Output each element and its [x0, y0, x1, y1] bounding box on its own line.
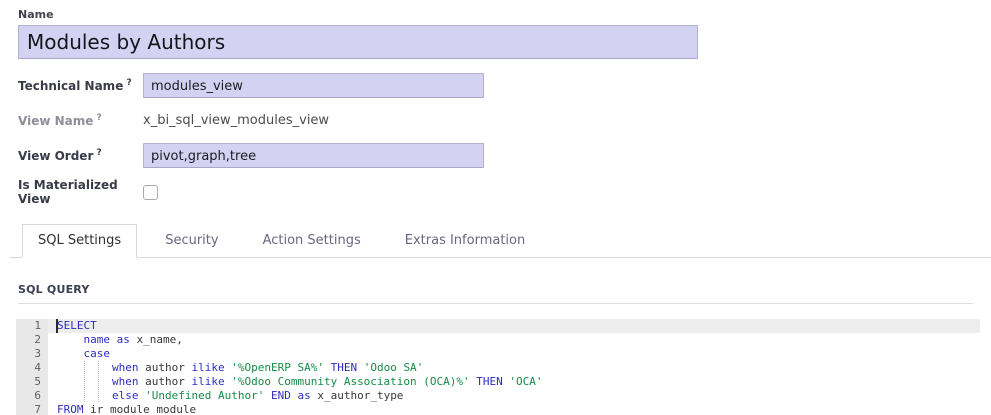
token-kw: name	[84, 333, 111, 346]
line-number: 4	[16, 361, 48, 375]
token-plain	[57, 375, 84, 388]
line-content: else 'Undefined Author' END as x_author_…	[48, 389, 980, 403]
line-number: 6	[16, 389, 48, 403]
token-str: 'OCA'	[509, 375, 542, 388]
token-kw: SELECT	[57, 319, 97, 332]
token-guide	[98, 361, 112, 374]
code-line-1[interactable]: 1 SELECT	[16, 319, 980, 333]
line-number: 3	[16, 347, 48, 361]
notebook-tabs: SQL Settings Security Action Settings Extra…	[10, 224, 991, 258]
line-number: 7	[16, 403, 48, 415]
token-kw: as	[117, 333, 130, 346]
token-plain	[110, 333, 117, 346]
tab-action-settings[interactable]: Action Settings	[247, 224, 377, 258]
view-name-help-icon[interactable]: ?	[93, 113, 101, 123]
line-content: name as x_name,	[48, 333, 980, 347]
tab-security[interactable]: Security	[149, 224, 234, 258]
token-plain	[264, 389, 271, 402]
view-order-label: View Order ?	[18, 148, 143, 163]
line-content: case	[48, 347, 980, 361]
token-guide	[98, 389, 112, 402]
field-row-is-materialized-view: Is Materialized View	[18, 178, 973, 206]
name-input[interactable]	[18, 25, 698, 59]
token-plain	[57, 389, 84, 402]
token-plain: x_author_type	[311, 389, 404, 402]
token-plain: author	[139, 375, 192, 388]
token-guide	[84, 361, 98, 374]
token-kw: when	[112, 361, 139, 374]
tab-sql-settings[interactable]: SQL Settings	[22, 224, 137, 258]
line-number: 2	[16, 333, 48, 347]
sql-query-section-header: SQL QUERY	[18, 283, 973, 304]
token-kw: THEN	[331, 361, 358, 374]
token-str: 'Odoo SA'	[364, 361, 424, 374]
code-line-3[interactable]: 3 case	[16, 347, 980, 361]
token-kw: ilike	[191, 375, 224, 388]
sql-code-editor[interactable]: 1SELECT2 name as x_name,3 case4 when aut…	[16, 319, 980, 415]
token-kw: case	[84, 347, 111, 360]
view-order-help-icon[interactable]: ?	[93, 148, 101, 158]
line-number: 5	[16, 375, 48, 389]
is-materialized-view-label: Is Materialized View	[18, 178, 143, 206]
token-guide	[98, 375, 112, 388]
token-plain	[57, 347, 84, 360]
line-content: FROM ir_module_module	[48, 403, 980, 415]
sql-query-title: SQL QUERY	[18, 283, 973, 296]
token-kw: THEN	[476, 375, 503, 388]
token-plain: ir_module_module	[84, 403, 197, 415]
line-content: SELECT	[48, 319, 980, 333]
line-number: 1	[16, 319, 48, 333]
token-kw: when	[112, 375, 139, 388]
technical-name-help-icon[interactable]: ?	[123, 78, 131, 88]
view-name-value: x_bi_sql_view_modules_view	[143, 113, 329, 128]
token-plain	[357, 361, 364, 374]
form-sheet: Name Technical Name ? View Name ?x_bi_sql…	[0, 0, 991, 206]
view-name-label: View Name ?	[18, 113, 143, 128]
token-str: 'Undefined Author'	[145, 389, 264, 402]
field-row-view-name: View Name ?x_bi_sql_view_modules_view	[18, 108, 973, 133]
token-plain: x_name,	[130, 333, 183, 346]
token-str: '%OpenERP SA%'	[231, 361, 324, 374]
line-content: when author ilike '%Odoo Community Assoc…	[48, 375, 980, 389]
token-guide	[84, 389, 98, 402]
token-guide	[84, 375, 98, 388]
line-content: when author ilike '%OpenERP SA%' THEN 'O…	[48, 361, 980, 375]
technical-name-input[interactable]	[143, 73, 484, 98]
code-line-2[interactable]: 2 name as x_name,	[16, 333, 980, 347]
token-kw: else	[112, 389, 139, 402]
code-line-6[interactable]: 6 else 'Undefined Author' END as x_autho…	[16, 389, 980, 403]
view-order-input[interactable]	[143, 143, 484, 168]
token-kw: END	[271, 389, 291, 402]
text-cursor	[56, 319, 58, 333]
token-plain	[324, 361, 331, 374]
technical-name-label: Technical Name ?	[18, 78, 143, 93]
is-materialized-view-checkbox[interactable]	[143, 185, 158, 200]
code-line-7[interactable]: 7FROM ir_module_module	[16, 403, 980, 415]
token-str: '%Odoo Community Association (OCA)%'	[231, 375, 469, 388]
token-plain: author	[139, 361, 192, 374]
tab-extras-information[interactable]: Extras Information	[389, 224, 541, 258]
code-line-4[interactable]: 4 when author ilike '%OpenERP SA%' THEN …	[16, 361, 980, 375]
token-kw: FROM	[57, 403, 84, 415]
field-rows: Technical Name ? View Name ?x_bi_sql_view…	[18, 73, 973, 206]
field-row-view-order: View Order ?	[18, 143, 973, 168]
code-line-5[interactable]: 5 when author ilike '%Odoo Community Ass…	[16, 375, 980, 389]
name-field-label: Name	[18, 8, 973, 21]
token-plain	[57, 333, 84, 346]
token-plain	[57, 361, 84, 374]
section-divider	[18, 303, 973, 304]
token-kw: ilike	[191, 361, 224, 374]
field-row-technical-name: Technical Name ?	[18, 73, 973, 98]
token-kw: as	[297, 389, 310, 402]
